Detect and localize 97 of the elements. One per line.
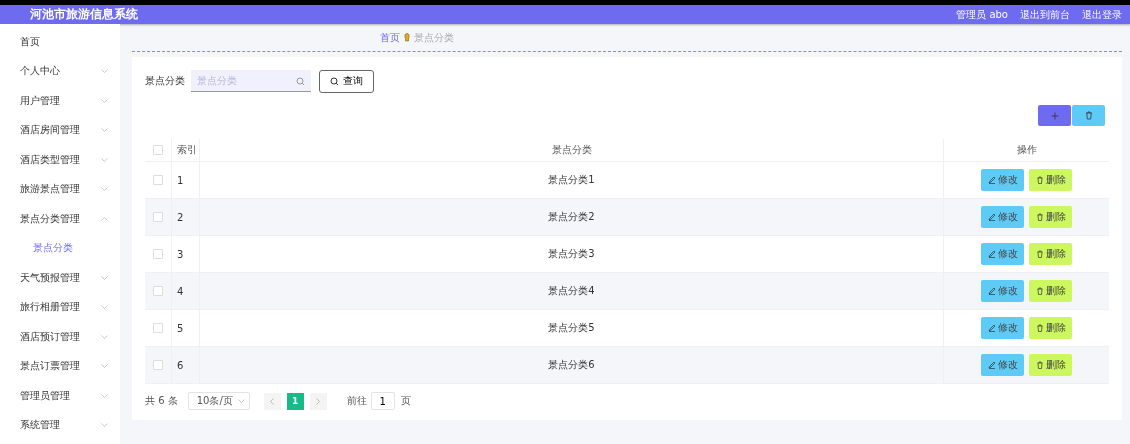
sidebar-item[interactable]: 首页	[0, 27, 120, 57]
page-suffix: 页	[400, 394, 411, 408]
column-header: 操作	[1016, 143, 1037, 157]
prev-page-button[interactable]	[263, 392, 281, 410]
index-cell: 4	[177, 285, 184, 297]
column-header: 索引	[177, 143, 197, 157]
delete-button[interactable]: 删除	[1029, 169, 1072, 191]
chevron-icon	[101, 305, 108, 310]
user-label: 管理员 abo	[956, 7, 1008, 22]
delete-button[interactable]: 删除	[1029, 243, 1072, 265]
delete-button[interactable]: 删除	[1029, 206, 1072, 228]
pencil-icon	[987, 176, 996, 184]
checkbox[interactable]	[153, 175, 163, 185]
chevron-left-icon	[270, 397, 275, 405]
sidebar-item[interactable]: 旅行相册管理	[0, 292, 120, 322]
chevron-icon	[101, 275, 108, 280]
index-cell: 1	[177, 174, 184, 186]
checkbox[interactable]	[153, 212, 163, 222]
sidebar-item[interactable]: 个人中心	[0, 56, 120, 86]
checkbox[interactable]	[153, 145, 163, 155]
delete-button[interactable]: 删除	[1029, 280, 1072, 302]
trash-icon	[1035, 361, 1044, 369]
pencil-icon	[987, 213, 996, 221]
chevron-icon	[101, 393, 108, 398]
edit-button[interactable]: 修改	[981, 280, 1024, 302]
checkbox[interactable]	[153, 286, 163, 296]
index-cell: 6	[177, 359, 184, 371]
plus-icon	[1050, 111, 1059, 120]
delete-button[interactable]: 删除	[1029, 354, 1072, 376]
app-title: 河池市旅游信息系统	[30, 6, 139, 23]
sidebar-item[interactable]: 旅游景点管理	[0, 174, 120, 204]
category-cell: 景点分类3	[548, 247, 595, 261]
breadcrumb-link[interactable]: 首页	[380, 30, 400, 45]
chevron-right-icon	[316, 397, 321, 405]
edit-button[interactable]: 修改	[981, 317, 1024, 339]
chevron-icon	[101, 216, 108, 221]
sidebar-item[interactable]: 酒店类型管理	[0, 145, 120, 175]
chevron-icon	[101, 364, 108, 369]
checkbox[interactable]	[153, 249, 163, 259]
search-icon	[330, 76, 339, 86]
chevron-icon	[101, 128, 108, 133]
pencil-icon	[987, 361, 996, 369]
edit-button[interactable]: 修改	[981, 169, 1024, 191]
trash-icon	[1035, 287, 1044, 295]
page-size-select[interactable]: 10条/页	[187, 392, 250, 410]
sidebar-item[interactable]: 景点订票管理	[0, 351, 120, 381]
checkbox[interactable]	[153, 323, 163, 333]
pencil-icon	[987, 250, 996, 258]
chevron-icon	[101, 98, 108, 103]
index-cell: 3	[177, 248, 184, 260]
edit-button[interactable]: 修改	[981, 354, 1024, 376]
delete-button[interactable]: 删除	[1029, 317, 1072, 339]
category-cell: 景点分类2	[548, 210, 595, 224]
pencil-icon	[987, 324, 996, 332]
sidebar-item[interactable]: 管理员管理	[0, 381, 120, 411]
goto-label: 前往	[346, 394, 367, 408]
search-label: 景点分类	[145, 74, 185, 88]
trash-icon	[1035, 324, 1044, 332]
sidebar-subitem[interactable]: 景点分类	[0, 233, 120, 263]
category-cell: 景点分类1	[548, 173, 595, 187]
category-cell: 景点分类6	[548, 358, 595, 372]
delete-button[interactable]	[1072, 105, 1105, 126]
checkbox[interactable]	[153, 360, 163, 370]
chevron-icon	[101, 187, 108, 192]
sidebar-item[interactable]: 系统管理	[0, 410, 120, 440]
trash-icon	[1084, 111, 1093, 120]
header-link[interactable]: 退出到前台	[1020, 7, 1070, 22]
chevron-icon	[101, 423, 108, 428]
sidebar-item[interactable]: 酒店房间管理	[0, 115, 120, 145]
chevron-icon	[101, 334, 108, 339]
trash-icon	[1035, 176, 1044, 184]
sidebar-item[interactable]: 酒店预订管理	[0, 322, 120, 352]
chevron-icon	[101, 69, 108, 74]
bulb-icon	[404, 33, 410, 42]
breadcrumb-current: 景点分类	[414, 30, 454, 45]
add-button[interactable]	[1038, 105, 1071, 126]
search-button[interactable]: 查询	[319, 69, 374, 93]
goto-page-field[interactable]: 1	[370, 392, 395, 410]
header-link[interactable]: 退出登录	[1082, 7, 1122, 22]
search-icon	[296, 77, 305, 86]
sidebar-item[interactable]: 天气预报管理	[0, 263, 120, 293]
category-cell: 景点分类5	[548, 321, 595, 335]
chevron-icon	[237, 399, 245, 403]
index-cell: 2	[177, 211, 184, 223]
sidebar-item[interactable]: 景点分类管理	[0, 204, 120, 234]
trash-icon	[1035, 250, 1044, 258]
column-header: 景点分类	[551, 143, 592, 157]
sidebar-item[interactable]: 用户管理	[0, 86, 120, 116]
total-count: 共 6 条	[145, 394, 178, 408]
index-cell: 5	[177, 322, 184, 334]
trash-icon	[1035, 213, 1044, 221]
edit-button[interactable]: 修改	[981, 206, 1024, 228]
next-page-button[interactable]	[309, 392, 327, 410]
edit-button[interactable]: 修改	[981, 243, 1024, 265]
pencil-icon	[987, 287, 996, 295]
chevron-icon	[101, 157, 108, 162]
category-cell: 景点分类4	[548, 284, 595, 298]
